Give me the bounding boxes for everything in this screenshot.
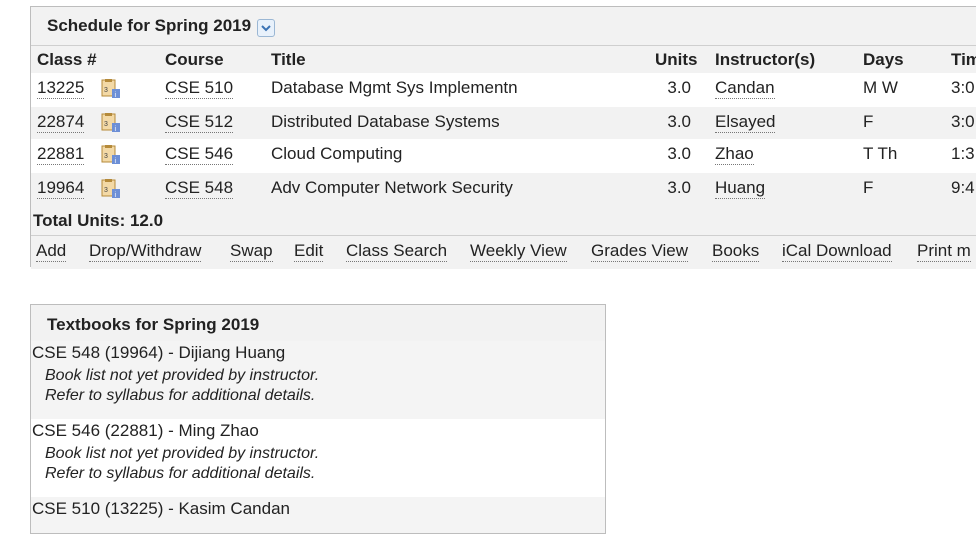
course-title: Distributed Database Systems: [271, 112, 500, 131]
book-info-icon[interactable]: 3i: [101, 145, 121, 165]
textbook-course: CSE 548 (19964) - Dijiang Huang: [32, 343, 286, 362]
table-row: 13225 3i CSE 510 Database Mgmt Sys Imple…: [31, 73, 976, 107]
course-title: Adv Computer Network Security: [271, 178, 513, 197]
weekly-view-link[interactable]: Weekly View: [470, 241, 567, 262]
table-row: 22881 3i CSE 546 Cloud Computing 3.0 Zha…: [31, 139, 976, 173]
swap-link[interactable]: Swap: [230, 241, 273, 262]
table-row: 19964 3i CSE 548 Adv Computer Network Se…: [31, 173, 976, 207]
textbooks-title: Textbooks for Spring 2019: [47, 315, 260, 334]
book-info-icon[interactable]: 3i: [101, 79, 121, 99]
textbook-note: Book list not yet provided by instructor…: [45, 445, 320, 462]
units-value: 3.0: [667, 144, 691, 163]
header-class-num: Class #: [37, 50, 97, 69]
course-link[interactable]: CSE 546: [165, 144, 234, 165]
course-title: Database Mgmt Sys Implementn: [271, 78, 518, 97]
textbook-note: Book list not yet provided by instructor…: [45, 367, 320, 384]
time-value: 1:3: [951, 144, 975, 163]
grades-view-link[interactable]: Grades View: [591, 241, 689, 262]
class-number-link[interactable]: 22881: [37, 144, 85, 165]
time-value: 9:4: [951, 178, 975, 197]
header-units: Units: [655, 50, 698, 69]
schedule-header: Schedule for Spring 2019: [31, 7, 976, 46]
units-value: 3.0: [667, 112, 691, 131]
drop-withdraw-link[interactable]: Drop/Withdraw: [89, 241, 202, 262]
ical-download-link[interactable]: iCal Download: [782, 241, 892, 262]
schedule-panel: Schedule for Spring 2019 Class # Course …: [30, 6, 976, 269]
days-value: F: [863, 112, 874, 131]
time-value: 3:0: [951, 78, 975, 97]
textbooks-header: Textbooks for Spring 2019: [31, 305, 605, 342]
textbook-course: CSE 510 (13225) - Kasim Candan: [32, 499, 290, 518]
svg-text:3: 3: [104, 153, 108, 160]
table-row: 22874 3i CSE 512 Distributed Database Sy…: [31, 107, 976, 141]
chevron-down-icon: [261, 25, 271, 32]
class-number-link[interactable]: 19964: [37, 178, 85, 199]
textbook-entry: CSE 546 (22881) - Ming Zhao Book list no…: [31, 419, 605, 497]
header-instructors: Instructor(s): [715, 50, 816, 69]
course-link[interactable]: CSE 510: [165, 78, 234, 99]
svg-text:3: 3: [104, 187, 108, 194]
class-number-link[interactable]: 22874: [37, 112, 85, 133]
header-time: Tim: [951, 50, 976, 69]
instructor-link[interactable]: Elsayed: [715, 112, 776, 133]
instructor-link[interactable]: Candan: [715, 78, 775, 99]
book-info-icon[interactable]: 3i: [101, 179, 121, 199]
textbook-note: Refer to syllabus for additional details…: [45, 465, 316, 482]
header-course: Course: [165, 50, 224, 69]
textbook-entry: CSE 548 (19964) - Dijiang Huang Book lis…: [31, 341, 605, 419]
course-link[interactable]: CSE 512: [165, 112, 234, 133]
header-title: Title: [271, 50, 306, 69]
days-value: T Th: [863, 144, 898, 163]
svg-text:3: 3: [104, 121, 108, 128]
course-title: Cloud Computing: [271, 144, 403, 163]
textbook-course: CSE 546 (22881) - Ming Zhao: [32, 421, 259, 440]
instructor-link[interactable]: Huang: [715, 178, 766, 199]
units-value: 3.0: [667, 78, 691, 97]
schedule-actions-bar: Add Drop/Withdraw Swap Edit Class Search…: [31, 235, 976, 269]
instructor-link[interactable]: Zhao: [715, 144, 754, 165]
edit-link[interactable]: Edit: [294, 241, 324, 262]
class-number-link[interactable]: 13225: [37, 78, 85, 99]
total-units: Total Units: 12.0: [33, 211, 164, 230]
textbooks-panel: Textbooks for Spring 2019 CSE 548 (19964…: [30, 304, 606, 534]
units-value: 3.0: [667, 178, 691, 197]
textbook-note: Refer to syllabus for additional details…: [45, 387, 316, 404]
schedule-title: Schedule for Spring 2019: [47, 16, 252, 35]
svg-text:3: 3: [104, 87, 108, 94]
print-link[interactable]: Print m: [917, 241, 971, 262]
course-link[interactable]: CSE 548: [165, 178, 234, 199]
semester-dropdown-button[interactable]: [257, 19, 275, 37]
textbook-entry: CSE 510 (13225) - Kasim Candan: [31, 497, 605, 533]
time-value: 3:0: [951, 112, 975, 131]
books-link[interactable]: Books: [712, 241, 760, 262]
days-value: M W: [863, 78, 898, 97]
class-search-link[interactable]: Class Search: [346, 241, 448, 262]
book-info-icon[interactable]: 3i: [101, 113, 121, 133]
days-value: F: [863, 178, 874, 197]
header-days: Days: [863, 50, 904, 69]
add-link[interactable]: Add: [36, 241, 67, 262]
